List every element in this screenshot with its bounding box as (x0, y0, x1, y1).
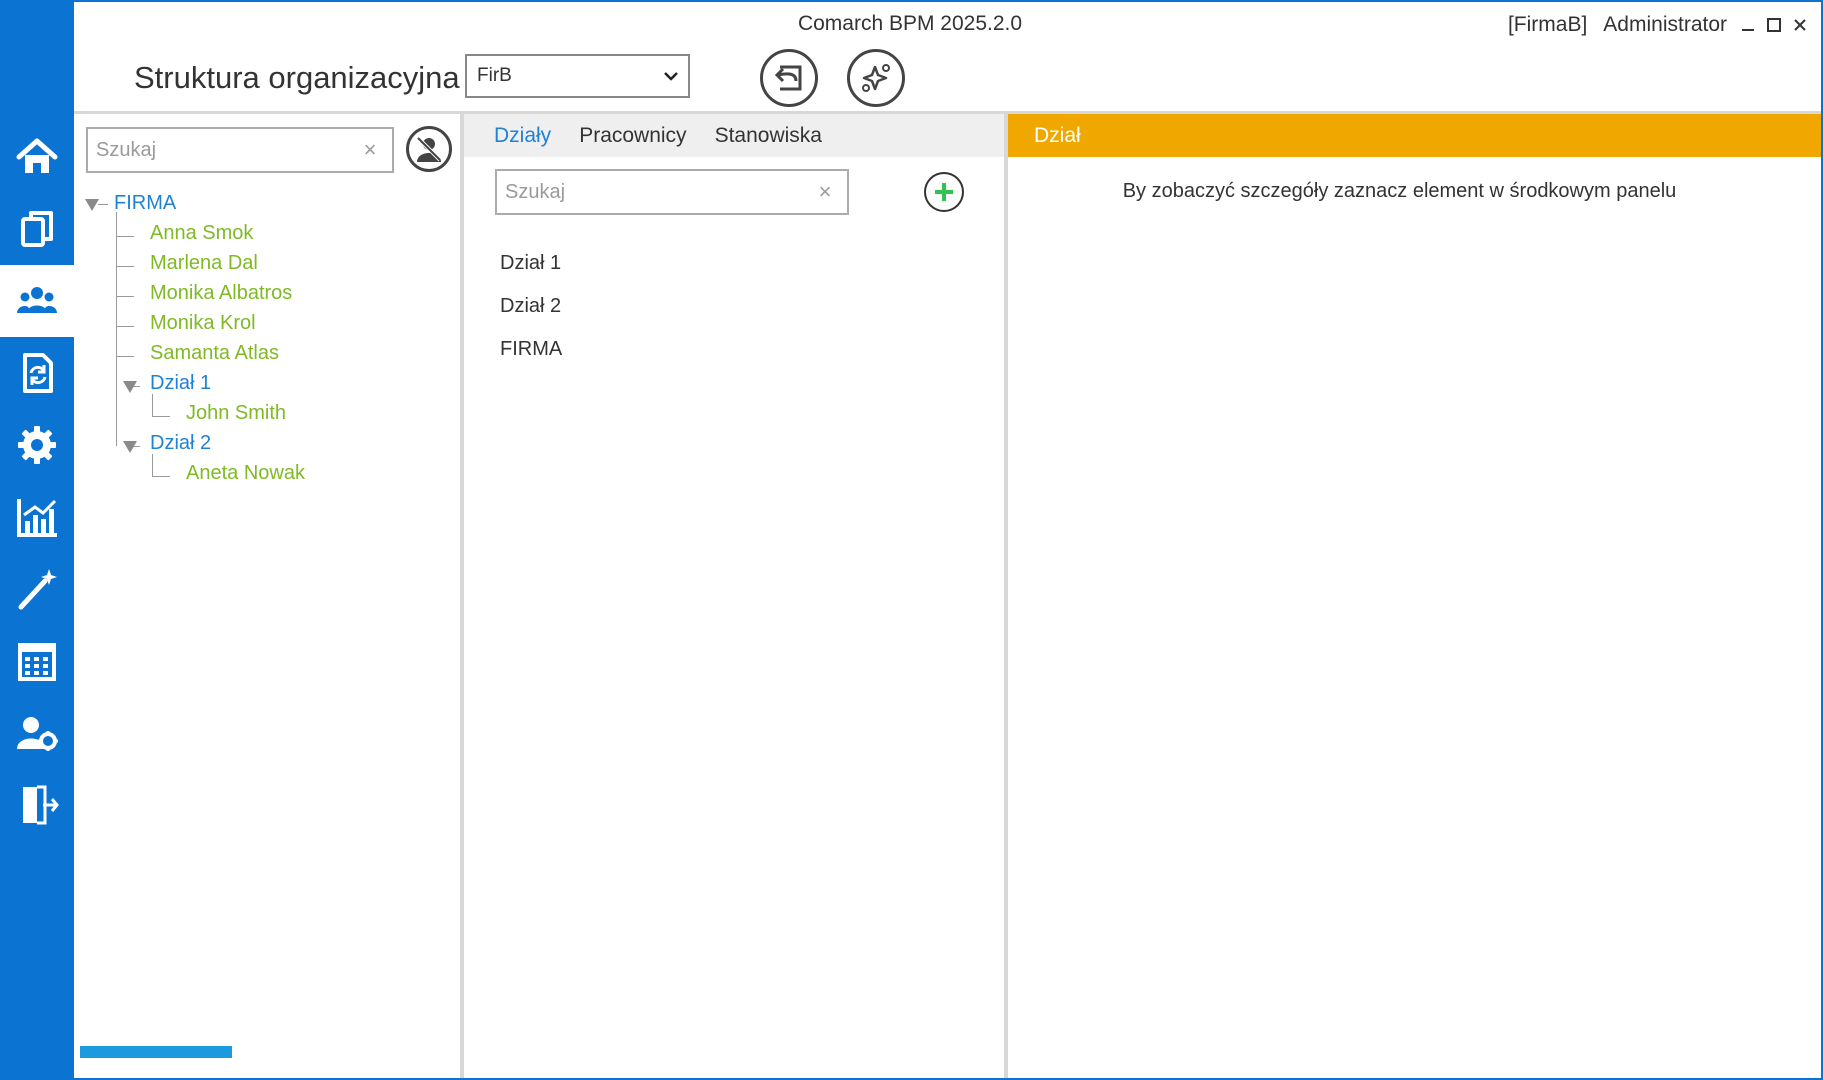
tree-line (152, 476, 170, 477)
list-item[interactable]: FIRMA (500, 328, 980, 371)
details-empty-message: By zobaczyć szczegóły zaznacz element w … (1122, 180, 1677, 202)
tree-node-dept-2[interactable]: Dział 2 (150, 432, 211, 455)
exit-icon (23, 785, 59, 825)
tab-positions[interactable]: Stanowiska (715, 124, 822, 148)
tab-employees[interactable]: Pracownicy (579, 124, 686, 148)
sparkles-icon (862, 64, 890, 92)
details-panel: Dział By zobaczyć szczegóły zaznacz elem… (1008, 114, 1821, 1078)
back-arrow-icon (774, 65, 802, 91)
tree-line (152, 394, 153, 416)
person-hidden-icon (416, 136, 442, 162)
user-settings-icon (17, 717, 58, 751)
app-title: Comarch BPM 2025.2.0 (797, 12, 1023, 35)
tree-line (152, 416, 170, 417)
tree-node-person[interactable]: Anna Smok (150, 222, 253, 245)
tab-departments[interactable]: Działy (494, 124, 551, 148)
nav-user-admin[interactable] (0, 697, 74, 769)
company-select[interactable]: FirB (465, 54, 690, 98)
tree-node-person[interactable]: Monika Krol (150, 312, 256, 335)
tree-search-input[interactable] (96, 138, 392, 162)
sparkles-button[interactable] (847, 49, 905, 107)
tree-node-firma[interactable]: FIRMA (114, 192, 176, 215)
hide-employees-button[interactable] (406, 126, 452, 172)
tree-line (116, 236, 134, 237)
maximize-icon (1767, 18, 1781, 32)
tree-node-person[interactable]: Marlena Dal (150, 252, 258, 275)
minimize-icon (1742, 29, 1754, 31)
main-navigation (0, 0, 74, 1080)
nav-settings[interactable] (0, 409, 74, 481)
tree-node-person[interactable]: Aneta Nowak (186, 462, 305, 485)
tree-line (116, 296, 134, 297)
tree-search[interactable]: × (86, 127, 394, 173)
loading-progress-bar (80, 1046, 232, 1058)
tree-expand-arrow-icon[interactable] (84, 198, 100, 212)
nav-organization[interactable] (0, 265, 74, 337)
company-context: [FirmaB] (1507, 13, 1588, 36)
tree-expand-arrow-icon[interactable] (122, 380, 138, 394)
close-icon (1794, 19, 1806, 31)
chart-icon (17, 499, 57, 537)
calendar-icon (18, 643, 56, 681)
nav-documents[interactable] (0, 193, 74, 265)
tree-line (116, 212, 117, 446)
org-tree-panel: × FIRMA Anna Smok Marlena Dal Monika Alb… (74, 114, 460, 1078)
nav-calendar[interactable] (0, 625, 74, 697)
plus-icon (935, 183, 953, 201)
chevron-down-icon (664, 72, 678, 81)
tree-line (116, 356, 134, 357)
department-list: Dział 1 Dział 2 FIRMA (500, 242, 980, 371)
home-icon (16, 138, 58, 173)
tab-bar: Działy Pracownicy Stanowiska (464, 114, 1004, 157)
gear-icon (18, 426, 56, 464)
clear-search-icon[interactable]: × (815, 181, 835, 203)
tree-node-dept-1[interactable]: Dział 1 (150, 372, 211, 395)
loading-progress-fill (80, 1046, 232, 1058)
documents-icon (21, 211, 53, 247)
details-header: Dział (1008, 114, 1821, 157)
tree-node-person[interactable]: John Smith (186, 402, 286, 425)
structure-list-panel: Działy Pracownicy Stanowiska × Dział 1 D… (464, 114, 1004, 1078)
user-name: Administrator (1603, 13, 1727, 36)
tree-node-person[interactable]: Samanta Atlas (150, 342, 279, 365)
tree-line (116, 266, 134, 267)
list-search-input[interactable] (505, 180, 847, 204)
tree-line (116, 326, 134, 327)
tree-expand-arrow-icon[interactable] (122, 440, 138, 454)
nav-logout[interactable] (0, 769, 74, 841)
list-search[interactable]: × (495, 169, 849, 215)
tree-node-person[interactable]: Monika Albatros (150, 282, 292, 305)
nav-wizard[interactable] (0, 553, 74, 625)
nav-home[interactable] (0, 121, 74, 193)
list-item[interactable]: Dział 1 (500, 242, 980, 285)
session-info: [FirmaB] Administrator (1508, 13, 1727, 37)
list-item[interactable]: Dział 2 (500, 285, 980, 328)
nav-workflow[interactable] (0, 337, 74, 409)
close-button[interactable] (1789, 14, 1811, 36)
page-title: Struktura organizacyjna (134, 60, 460, 95)
add-department-button[interactable] (924, 172, 964, 212)
back-button[interactable] (760, 49, 818, 107)
nav-reports[interactable] (0, 481, 74, 553)
workflow-document-icon (23, 353, 53, 393)
tree-line (152, 454, 153, 476)
clear-search-icon[interactable]: × (360, 139, 380, 161)
window-border-top (74, 0, 1823, 2)
org-tree: FIRMA Anna Smok Marlena Dal Monika Albat… (74, 190, 460, 690)
company-select-value: FirB (477, 65, 512, 86)
magic-wand-icon (18, 569, 57, 610)
minimize-button[interactable] (1737, 14, 1759, 36)
maximize-button[interactable] (1763, 14, 1785, 36)
users-icon (17, 287, 57, 313)
